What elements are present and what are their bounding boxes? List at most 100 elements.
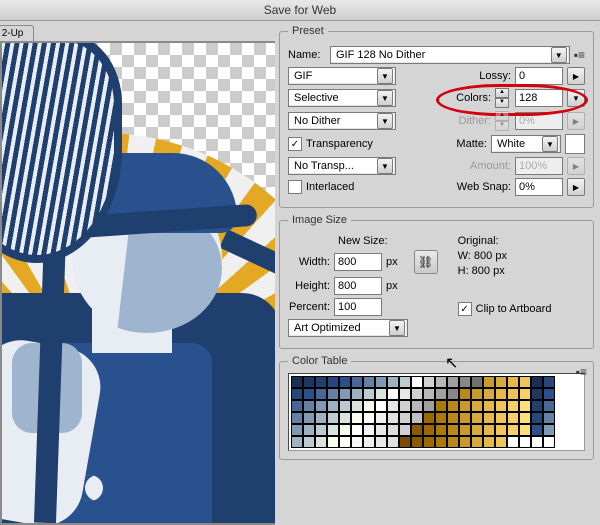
lossy-input[interactable] [515, 67, 563, 85]
color-swatch[interactable] [375, 388, 387, 400]
color-swatch[interactable] [519, 388, 531, 400]
color-swatch[interactable] [363, 412, 375, 424]
color-swatch[interactable] [543, 376, 555, 388]
color-swatch[interactable] [459, 400, 471, 412]
color-swatch[interactable] [411, 400, 423, 412]
color-swatch[interactable] [363, 400, 375, 412]
color-swatch[interactable] [411, 424, 423, 436]
color-swatch[interactable] [315, 400, 327, 412]
color-swatch[interactable] [483, 388, 495, 400]
color-swatch[interactable] [543, 388, 555, 400]
format-select[interactable]: GIF ▼ [288, 67, 396, 85]
color-swatch[interactable] [387, 412, 399, 424]
color-swatch[interactable] [351, 388, 363, 400]
color-swatch[interactable] [399, 388, 411, 400]
color-swatch[interactable] [399, 436, 411, 448]
color-swatch[interactable] [495, 376, 507, 388]
color-swatch[interactable] [375, 412, 387, 424]
color-swatch[interactable] [507, 412, 519, 424]
color-swatch[interactable] [495, 436, 507, 448]
color-swatch[interactable] [435, 376, 447, 388]
color-swatch[interactable] [327, 376, 339, 388]
color-swatch[interactable] [351, 424, 363, 436]
matte-select[interactable]: White ▼ [491, 135, 561, 153]
color-swatch[interactable] [363, 436, 375, 448]
color-swatch[interactable] [351, 436, 363, 448]
color-swatch[interactable] [435, 400, 447, 412]
color-swatch[interactable] [411, 436, 423, 448]
color-swatch[interactable] [291, 376, 303, 388]
color-swatch[interactable] [519, 436, 531, 448]
color-swatch[interactable] [327, 436, 339, 448]
color-swatch[interactable] [531, 412, 543, 424]
color-swatch[interactable] [315, 436, 327, 448]
color-swatch[interactable] [303, 424, 315, 436]
color-swatch[interactable] [495, 424, 507, 436]
color-swatch[interactable] [483, 424, 495, 436]
color-swatch[interactable] [291, 412, 303, 424]
color-table[interactable] [288, 373, 585, 451]
color-swatch[interactable] [411, 412, 423, 424]
color-swatch[interactable] [519, 424, 531, 436]
quality-select[interactable]: Art Optimized ▼ [288, 319, 408, 337]
color-swatch[interactable] [507, 400, 519, 412]
matte-swatch[interactable] [565, 134, 585, 154]
dither-method-select[interactable]: No Dither ▼ [288, 112, 396, 130]
color-swatch[interactable] [399, 412, 411, 424]
transparency-checkbox[interactable]: ✓ Transparency [288, 137, 373, 151]
color-swatch[interactable] [447, 400, 459, 412]
color-swatch[interactable] [423, 412, 435, 424]
color-swatch[interactable] [495, 400, 507, 412]
color-swatch[interactable] [471, 424, 483, 436]
color-swatch[interactable] [375, 424, 387, 436]
color-swatch[interactable] [315, 424, 327, 436]
color-swatch[interactable] [351, 400, 363, 412]
color-swatch[interactable] [327, 412, 339, 424]
color-swatch[interactable] [315, 412, 327, 424]
color-swatch[interactable] [387, 376, 399, 388]
color-swatch[interactable] [399, 424, 411, 436]
color-swatch[interactable] [351, 376, 363, 388]
color-swatch[interactable] [435, 412, 447, 424]
color-table-menu-icon[interactable]: ▪≡ [576, 365, 587, 379]
color-swatch[interactable] [447, 424, 459, 436]
color-swatch[interactable] [531, 388, 543, 400]
color-swatch[interactable] [435, 436, 447, 448]
color-swatch[interactable] [423, 376, 435, 388]
color-swatch[interactable] [543, 400, 555, 412]
color-swatch[interactable] [531, 400, 543, 412]
color-swatch[interactable] [459, 412, 471, 424]
color-swatch[interactable] [303, 400, 315, 412]
color-swatch[interactable] [423, 400, 435, 412]
websnap-slider-button[interactable]: ▶ [567, 178, 585, 196]
color-swatch[interactable] [531, 376, 543, 388]
color-swatch[interactable] [447, 412, 459, 424]
color-swatch[interactable] [495, 412, 507, 424]
tab-2up[interactable]: 2-Up [0, 25, 34, 41]
color-swatch[interactable] [363, 376, 375, 388]
color-swatch[interactable] [495, 388, 507, 400]
color-swatch[interactable] [447, 388, 459, 400]
lossy-slider-button[interactable]: ▶ [567, 67, 585, 85]
color-swatch[interactable] [327, 400, 339, 412]
transparency-dither-select[interactable]: No Transp... ▼ [288, 157, 396, 175]
color-swatch[interactable] [459, 424, 471, 436]
color-swatch[interactable] [327, 388, 339, 400]
link-dimensions-button[interactable]: ⛓ [414, 250, 438, 274]
color-swatch[interactable] [507, 388, 519, 400]
color-swatch[interactable] [303, 388, 315, 400]
color-swatch[interactable] [303, 412, 315, 424]
color-swatch[interactable] [471, 388, 483, 400]
color-swatch[interactable] [375, 436, 387, 448]
color-swatch[interactable] [291, 388, 303, 400]
color-swatch[interactable] [339, 436, 351, 448]
color-swatch[interactable] [423, 424, 435, 436]
color-swatch[interactable] [519, 400, 531, 412]
color-swatch[interactable] [507, 436, 519, 448]
color-swatch[interactable] [375, 400, 387, 412]
websnap-input[interactable] [515, 178, 563, 196]
color-swatch[interactable] [339, 424, 351, 436]
color-swatch[interactable] [411, 376, 423, 388]
preset-menu-icon[interactable]: ▪≡ [574, 48, 585, 62]
color-swatch[interactable] [387, 400, 399, 412]
